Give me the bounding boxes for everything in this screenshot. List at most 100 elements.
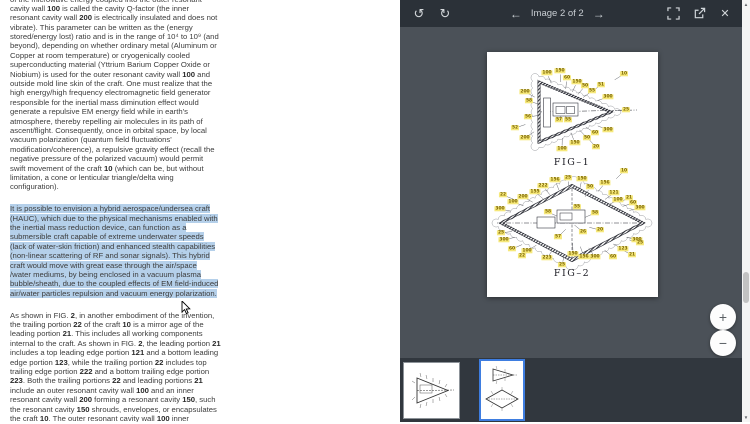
text-line: As shown in FIG. 2, in another embodimen… — [10, 311, 392, 320]
previous-image-button[interactable]: ← — [510, 7, 522, 21]
patent-drawing — [487, 52, 658, 297]
thumbnail-1-drawing — [404, 363, 459, 418]
figure-ref-label: 60 — [591, 130, 599, 135]
figure-ref-label: 150 — [569, 140, 580, 145]
figure-ref-label: 57 — [554, 234, 562, 239]
text-line: outside mold line skin of the craft. One… — [10, 79, 392, 88]
figure-ref-label: 25 — [636, 240, 644, 245]
fullscreen-icon — [667, 7, 680, 20]
text-line: bubble/sheath, due to the coupled effect… — [10, 279, 392, 288]
rotate-clockwise-icon: ↻ — [440, 6, 451, 22]
open-in-new-icon — [693, 7, 706, 20]
figure-ref-label: 26 — [579, 229, 587, 234]
scroll-down-button[interactable]: ▼ — [742, 413, 750, 422]
close-icon: ✕ — [720, 7, 729, 20]
figure-ref-label: 100 — [556, 146, 567, 151]
text-line: responsible for the inertial mass diminu… — [10, 98, 392, 107]
thumbnail-strip — [400, 358, 742, 422]
figure-ref-label: 25 — [564, 175, 572, 180]
figure-ref-label: 300 — [634, 205, 645, 210]
figure-ref-label: 223 — [541, 255, 552, 260]
figure-ref-label: 123 — [617, 246, 628, 251]
text-line: includes a top leading edge portion 121 … — [10, 348, 392, 357]
fig2-caption: FIG–2 — [554, 268, 590, 279]
figure-ref-label: 22 — [518, 253, 526, 258]
text-line: Copper at room temperature) or cryogenic… — [10, 51, 392, 60]
open-in-new-button[interactable] — [686, 0, 712, 27]
figure-ref-label: 58 — [544, 209, 552, 214]
text-line: Niobium) is used for the outer resonant … — [10, 70, 392, 79]
page-scrollbar[interactable]: ▲ ▼ — [742, 0, 750, 422]
thumbnail-page-2-selected[interactable] — [479, 359, 525, 421]
rotate-clockwise-button[interactable]: ↻ — [432, 0, 458, 27]
paragraph[interactable]: As shown in FIG. 2, in another embodimen… — [10, 311, 392, 422]
figure-ref-label: 200 — [519, 89, 530, 94]
figure-ref-label: 300 — [498, 237, 509, 242]
figure-ref-label: 10 — [620, 71, 628, 76]
image-viewer-panel: ↺ ↻ ← Image 2 of 2 → — [400, 0, 742, 422]
figure-ref-label: 50 — [586, 184, 594, 189]
paragraph[interactable]: of the microwave energy coupled into the… — [10, 0, 392, 192]
figure-ref-label: 60 — [508, 246, 516, 251]
figure-ref-label: 25 — [622, 107, 630, 112]
figure-ref-label: 300 — [602, 94, 613, 99]
figure-ref-label: 300 — [589, 254, 600, 259]
figure-ref-label: 60 — [609, 254, 617, 259]
patent-figure-image[interactable]: 1001506015050555110300252005856522001001… — [487, 52, 658, 297]
zoom-out-button[interactable]: − — [710, 330, 736, 356]
text-line: vacuum polarization (quantum field fluct… — [10, 135, 392, 144]
text-line: craft would move with great ease through… — [10, 261, 392, 270]
figure-ref-label: 150 — [576, 176, 587, 181]
figure-ref-label: 51 — [597, 82, 605, 87]
text-line: swift movement of the craft 10 (which ca… — [10, 164, 392, 173]
thumbnail-2-drawing — [481, 361, 523, 419]
text-line: beyond), depending on whether ordinary m… — [10, 41, 392, 50]
text-line: (HAUC), which due to the physical mechan… — [10, 214, 392, 223]
text-line: ascent/flight. Consequently, once in orb… — [10, 126, 392, 135]
image-stage: 1001506015050555110300252005856522001001… — [400, 27, 742, 358]
figure-ref-label: 55 — [564, 117, 572, 122]
figure-ref-label: 10 — [620, 168, 628, 173]
text-line: 223. Both the trailing portions 22 and l… — [10, 376, 392, 385]
figure-ref-label: 155 — [529, 189, 540, 194]
rotate-counterclockwise-button[interactable]: ↺ — [406, 0, 432, 27]
figure-ref-label: 100 — [612, 197, 623, 202]
text-line: leading portion 21. This includes all wo… — [10, 329, 392, 338]
text-line: resonant cavity wall 200 is electrically… — [10, 13, 392, 22]
figure-ref-label: 20 — [592, 144, 600, 149]
scrollbar-thumb[interactable] — [743, 272, 749, 303]
text-line: internal to the craft. As shown in FIG. … — [10, 339, 392, 348]
scroll-up-button[interactable]: ▲ — [742, 0, 750, 9]
text-line: high energy/high frequency electromagnet… — [10, 88, 392, 97]
figure-ref-label: 200 — [517, 194, 528, 199]
document-text[interactable]: of the microwave energy coupled into the… — [10, 0, 392, 422]
figure-ref-label: 156 — [578, 254, 589, 259]
zoom-in-button[interactable]: + — [710, 304, 736, 330]
highlighted-paragraph[interactable]: It is possible to envision a hybrid aero… — [10, 204, 392, 298]
figure-ref-label: 300 — [602, 127, 613, 132]
text-line: stored/energy lost) ratio and is in the … — [10, 32, 392, 41]
next-image-button[interactable]: → — [593, 7, 605, 21]
thumbnail-page-1[interactable] — [403, 362, 460, 419]
figure-ref-label: 100 — [541, 70, 552, 75]
text-line: edge portion 123, while the trailing por… — [10, 358, 392, 367]
figure-ref-label: 57 — [555, 117, 563, 122]
text-line: limitation, a cone or lenticular triangl… — [10, 173, 392, 182]
figure-ref-label: 150 — [567, 251, 578, 256]
fullscreen-button[interactable] — [660, 0, 686, 27]
figure-ref-label: 55 — [573, 204, 581, 209]
figure-ref-label: 50 — [583, 135, 591, 140]
close-button[interactable]: ✕ — [712, 0, 738, 27]
text-line: vibrate). This parameter can be written … — [10, 23, 392, 32]
figure-ref-label: 20 — [596, 227, 604, 232]
figure-ref-label: 156 — [599, 180, 610, 185]
text-line: resonant cavity wall 200 forming a reson… — [10, 395, 392, 404]
text-line: the inertial mass reduction device, can … — [10, 223, 392, 232]
figure-ref-label: 58 — [525, 98, 533, 103]
text-line: trailing edge portion 222 and a bottom t… — [10, 367, 392, 376]
text-line: the resonant cavity 150 shrouds, envelop… — [10, 405, 392, 414]
text-line: negative pressure of the polarized vacuu… — [10, 154, 392, 163]
figure-ref-label: 22 — [499, 192, 507, 197]
figure-ref-label: 150 — [554, 68, 565, 73]
figure-ref-label: 121 — [608, 190, 619, 195]
